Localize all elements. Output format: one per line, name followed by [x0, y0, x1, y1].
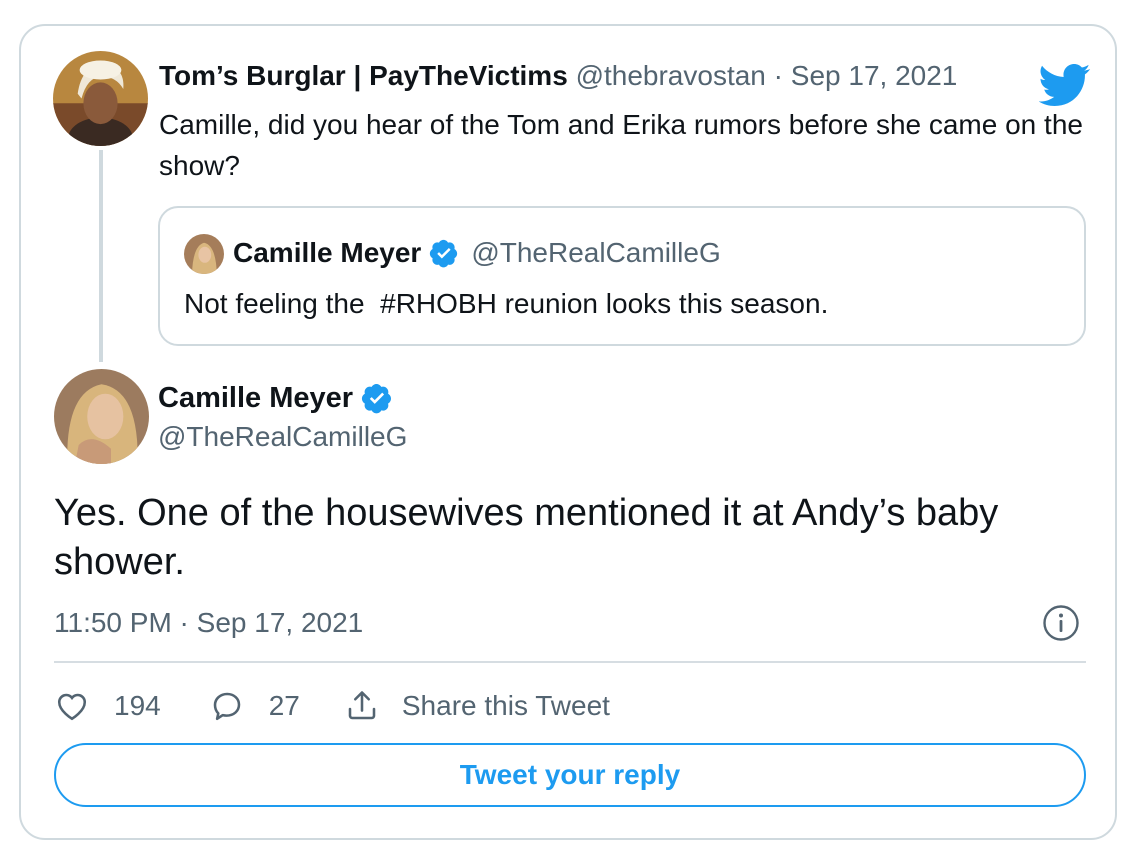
like-button[interactable]: 194 [54, 688, 161, 724]
main-tweet-text: Yes. One of the housewives mentioned it … [54, 492, 999, 583]
quoted-tweet-header: Camille Meyer @TheRealCamilleG [233, 236, 721, 270]
verified-badge-icon [361, 382, 393, 414]
tweet-embed-card: Tom’s Burglar | PayTheVictims @thebravos… [19, 24, 1117, 840]
quoted-author-name: Camille Meyer [233, 237, 422, 268]
main-author-name-row: Camille Meyer [158, 380, 393, 416]
quoted-tweet-text: Not feeling the #RHOBH reunion looks thi… [184, 288, 829, 319]
share-tweet-button[interactable]: Share this Tweet [344, 688, 610, 724]
heart-icon [57, 693, 87, 721]
tweet-timestamp[interactable]: 11:50 PM · Sep 17, 2021 [54, 606, 363, 640]
reply-author-avatar[interactable] [53, 51, 148, 146]
share-upload-icon [348, 691, 376, 720]
header-separator: · [765, 60, 791, 91]
like-count: 194 [114, 690, 161, 721]
info-icon[interactable] [1042, 604, 1080, 642]
actions-divider [54, 661, 1086, 663]
tweet-your-reply-button[interactable]: Tweet your reply [54, 743, 1086, 807]
speech-bubble-icon [213, 692, 240, 721]
share-label: Share this Tweet [401, 690, 610, 721]
tweet-actions-bar: 194 27 Share this Tweet [54, 686, 610, 726]
reply-tweet-date[interactable]: Sep 17, 2021 [791, 60, 958, 91]
reply-author-name[interactable]: Tom’s Burglar | PayTheVictims [159, 60, 568, 91]
main-author-avatar[interactable] [54, 369, 149, 464]
quoted-author-avatar [184, 234, 224, 274]
reply-tweet-text: Camille, did you hear of the Tom and Eri… [159, 109, 1083, 181]
reply-author-handle[interactable]: @thebravostan [576, 60, 766, 91]
verified-badge-icon [429, 238, 459, 268]
reply-tweet-header: Tom’s Burglar | PayTheVictims @thebravos… [159, 59, 957, 93]
reply-count: 27 [268, 690, 300, 721]
thread-connector-line [99, 150, 103, 362]
quoted-author-handle: @TheRealCamilleG [471, 237, 721, 268]
twitter-bird-icon[interactable] [1038, 59, 1091, 107]
main-author-name[interactable]: Camille Meyer [158, 380, 353, 416]
main-author-handle[interactable]: @TheRealCamilleG [158, 420, 407, 454]
quoted-tweet[interactable]: Camille Meyer @TheRealCamilleG Not feeli… [158, 206, 1086, 346]
reply-action-button[interactable]: 27 [209, 688, 300, 724]
